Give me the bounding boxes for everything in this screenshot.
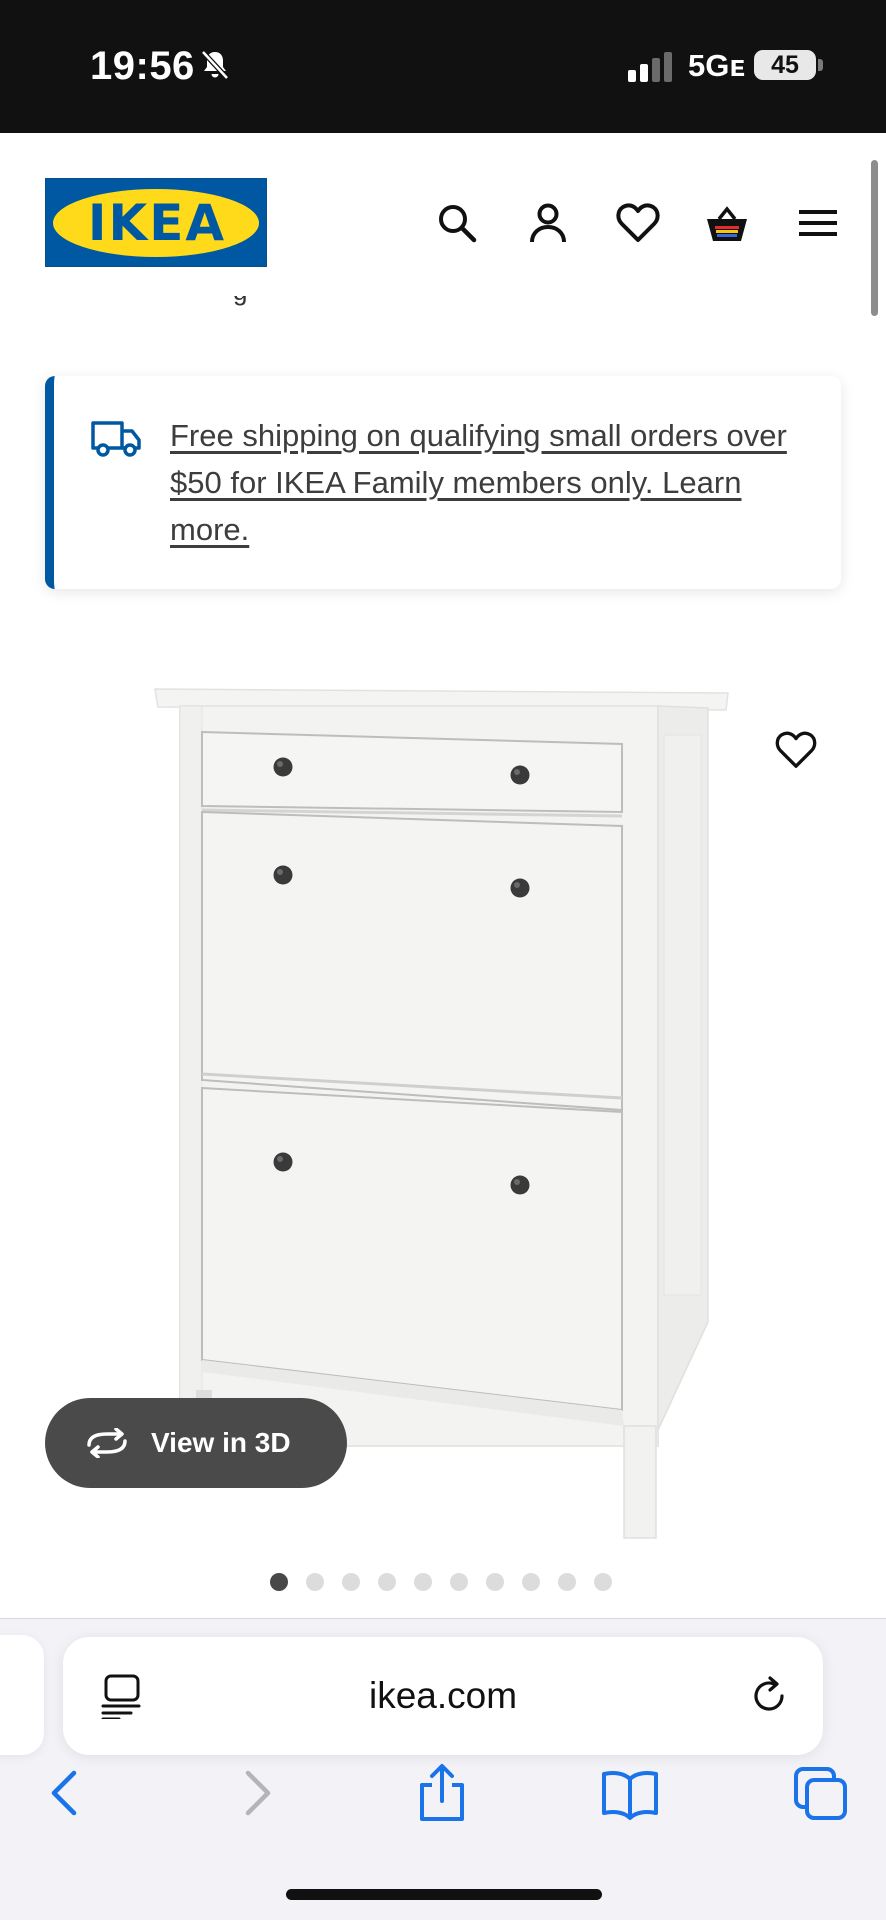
signal-icon [628,52,672,82]
menu-icon[interactable] [796,201,840,245]
free-shipping-link[interactable]: Free shipping on qualifying small orders… [170,412,810,553]
carousel-dot[interactable] [486,1573,504,1591]
carousel-dot[interactable] [594,1573,612,1591]
view-in-3d-label: View in 3D [151,1427,291,1458]
search-icon[interactable] [435,201,479,245]
status-bar: 19:56 5Gᴇ 45 [0,0,886,133]
address-bar[interactable]: ikea.com [63,1637,823,1755]
account-icon[interactable] [526,201,570,245]
cart-icon[interactable] [705,201,749,245]
battery-indicator: 45 [754,50,816,80]
bell-slash-icon [201,50,229,80]
carousel-dot[interactable] [414,1573,432,1591]
clipped-text: g [233,296,251,314]
favorites-icon[interactable] [616,201,660,245]
forward-icon[interactable] [226,1763,286,1823]
network-label: 5Gᴇ [688,48,745,83]
carousel-dot[interactable] [270,1573,288,1591]
carousel-dots [270,1573,612,1591]
bookmarks-icon[interactable] [600,1763,660,1823]
site-header: IKEA [0,133,886,293]
carousel-dot[interactable] [378,1573,396,1591]
view-in-3d-button[interactable]: View in 3D [45,1398,347,1488]
carousel-dot[interactable] [306,1573,324,1591]
share-icon[interactable] [412,1763,472,1823]
browser-toolbar: ikea.com [0,1618,886,1920]
status-time: 19:56 [90,44,195,88]
page-menu-icon[interactable] [101,1673,143,1719]
logo-text: IKEA [87,194,227,252]
back-icon[interactable] [36,1763,96,1823]
heart-icon [775,731,817,768]
favorite-product-button[interactable] [768,722,824,778]
page-scrollbar[interactable] [871,160,878,316]
carousel-dot[interactable] [522,1573,540,1591]
url-text: ikea.com [368,1675,518,1716]
reload-icon[interactable] [749,1675,791,1717]
truck-icon [91,421,141,457]
rotate-3d-icon [87,1428,127,1458]
battery-cap [818,59,823,71]
tabs-icon[interactable] [790,1763,850,1823]
home-indicator [286,1889,602,1900]
ikea-logo[interactable]: IKEA [45,178,267,267]
carousel-dot[interactable] [450,1573,468,1591]
carousel-dot[interactable] [342,1573,360,1591]
previous-tab-edge[interactable] [0,1635,44,1755]
carousel-dot[interactable] [558,1573,576,1591]
shipping-banner: Free shipping on qualifying small orders… [45,376,841,589]
